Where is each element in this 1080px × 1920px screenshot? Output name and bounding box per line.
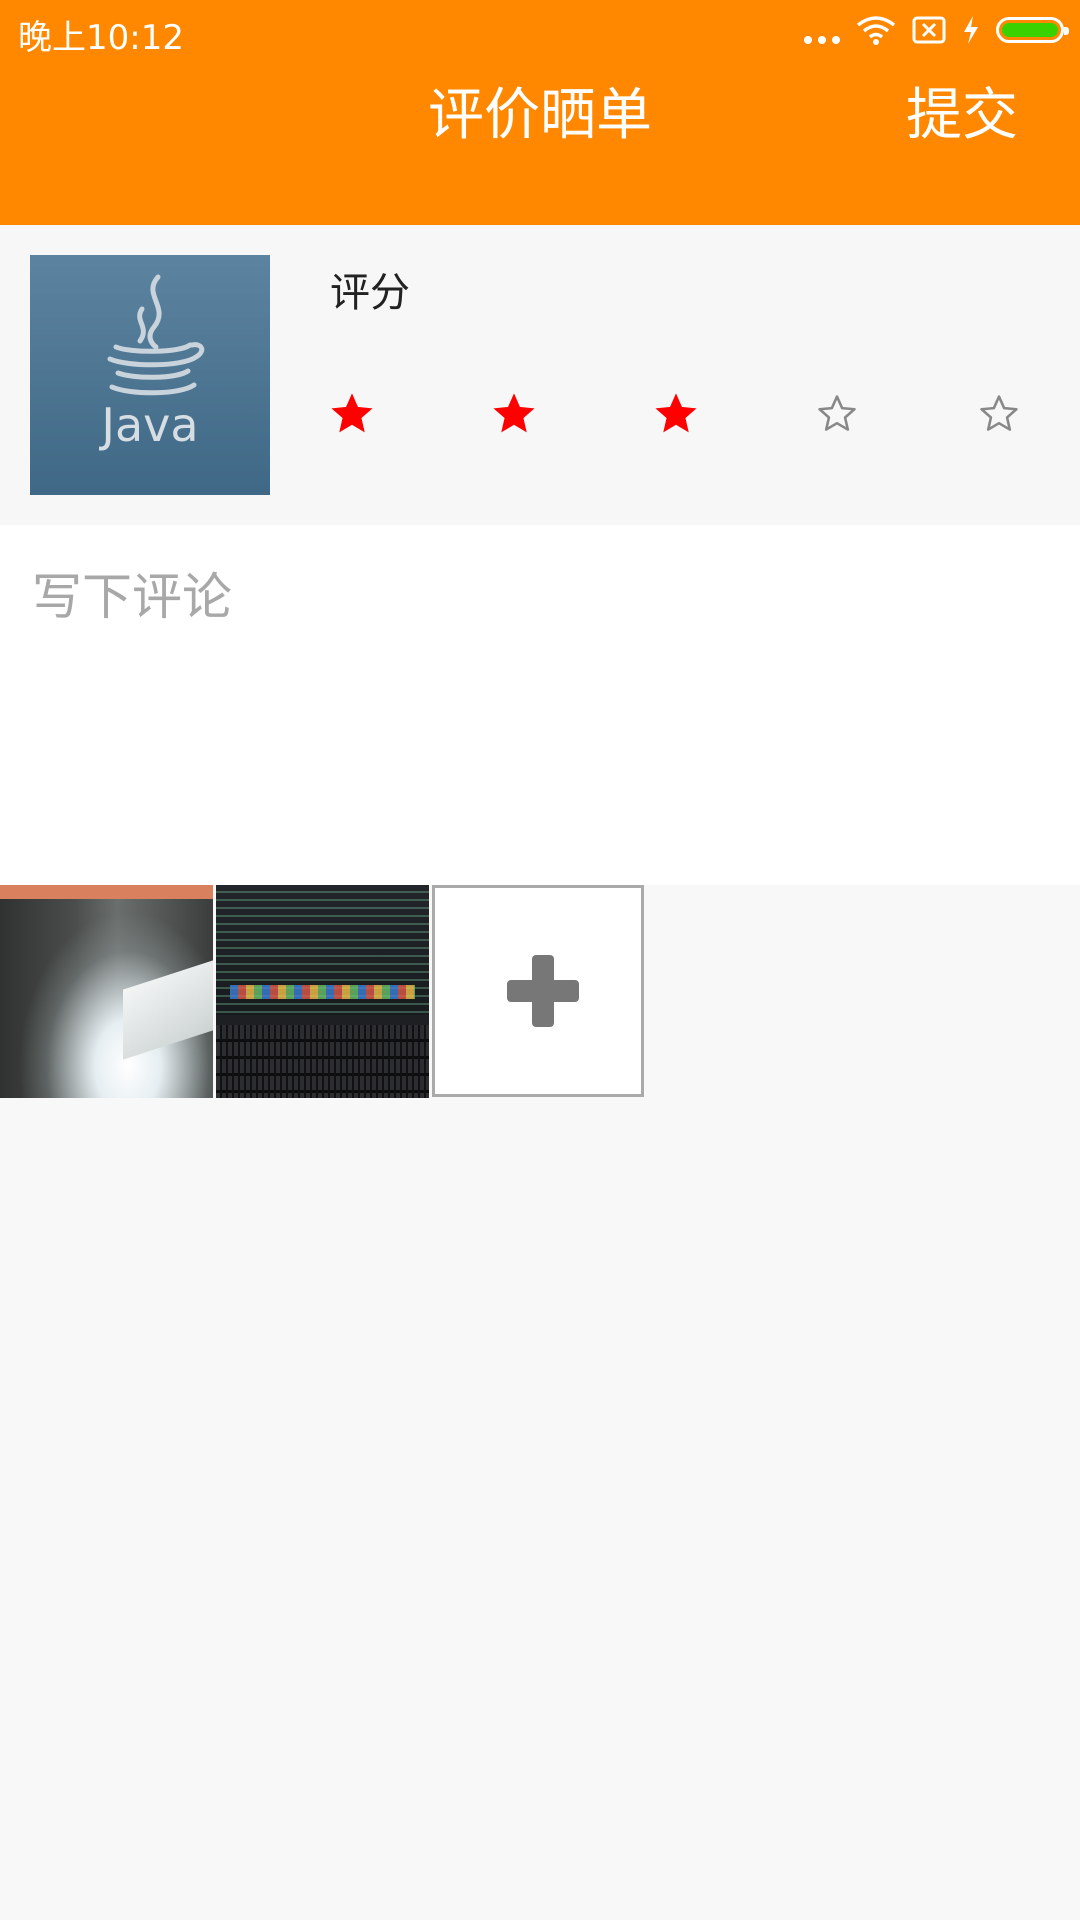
add-photo-button[interactable] xyxy=(432,885,644,1097)
app-bar: 晚上10:12 评价晒单 提交 xyxy=(0,0,1080,225)
wifi-icon xyxy=(856,16,896,45)
product-image: Java xyxy=(30,255,270,495)
photo-grid xyxy=(0,885,1080,1100)
java-logo: Java xyxy=(98,274,205,452)
rating-label: 评分 xyxy=(330,270,410,316)
star-outline-icon[interactable] xyxy=(815,392,859,436)
star-icon[interactable] xyxy=(330,392,374,436)
charging-icon xyxy=(964,16,978,44)
more-dots-icon xyxy=(804,12,840,48)
star-icon[interactable] xyxy=(654,392,698,436)
star-outline-icon[interactable] xyxy=(977,392,1021,436)
comment-input[interactable] xyxy=(30,555,1054,859)
battery-icon xyxy=(996,17,1069,43)
submit-button[interactable]: 提交 xyxy=(906,76,1018,156)
photo-thumbnail[interactable] xyxy=(216,885,429,1098)
svg-text:Java: Java xyxy=(98,398,198,452)
product-rating-section: Java 评分 xyxy=(0,225,1080,525)
star-icon[interactable] xyxy=(492,392,536,436)
status-time: 晚上10:12 xyxy=(18,18,184,58)
sim-off-icon xyxy=(912,16,946,44)
photo-thumbnail[interactable] xyxy=(0,885,213,1098)
status-icons xyxy=(804,12,1069,48)
comment-section xyxy=(0,525,1080,885)
